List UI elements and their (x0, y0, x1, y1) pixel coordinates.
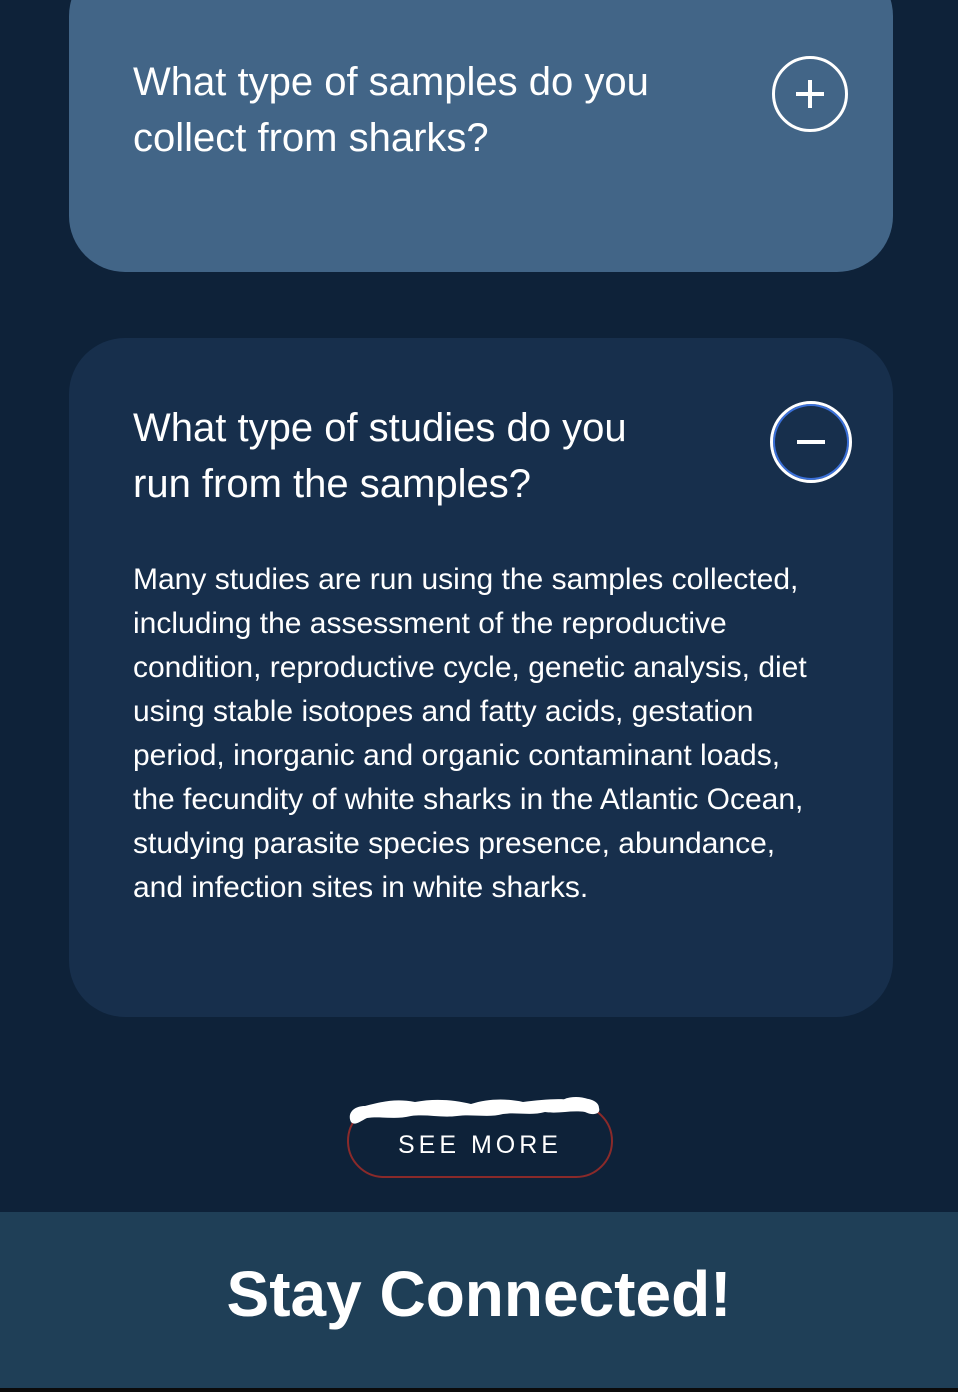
collapse-button[interactable] (770, 401, 852, 483)
page: What type of samples do you collect from… (0, 0, 958, 1392)
stay-connected-section: Stay Connected! (0, 1212, 958, 1388)
see-more-button[interactable]: SEE MORE (347, 1104, 613, 1178)
minus-icon (797, 440, 825, 444)
faq-question[interactable]: What type of samples do you collect from… (133, 54, 693, 166)
window-bottom-edge (0, 1388, 958, 1392)
faq-question[interactable]: What type of studies do you run from the… (133, 400, 693, 512)
plus-icon (796, 80, 824, 108)
expand-button[interactable] (772, 56, 848, 132)
faq-item-studies[interactable]: What type of studies do you run from the… (69, 338, 893, 1017)
stay-connected-heading: Stay Connected! (226, 1258, 732, 1330)
faq-item-samples[interactable]: What type of samples do you collect from… (69, 0, 893, 272)
see-more-container: SEE MORE (347, 1097, 615, 1180)
faq-answer: Many studies are run using the samples c… (133, 563, 807, 904)
